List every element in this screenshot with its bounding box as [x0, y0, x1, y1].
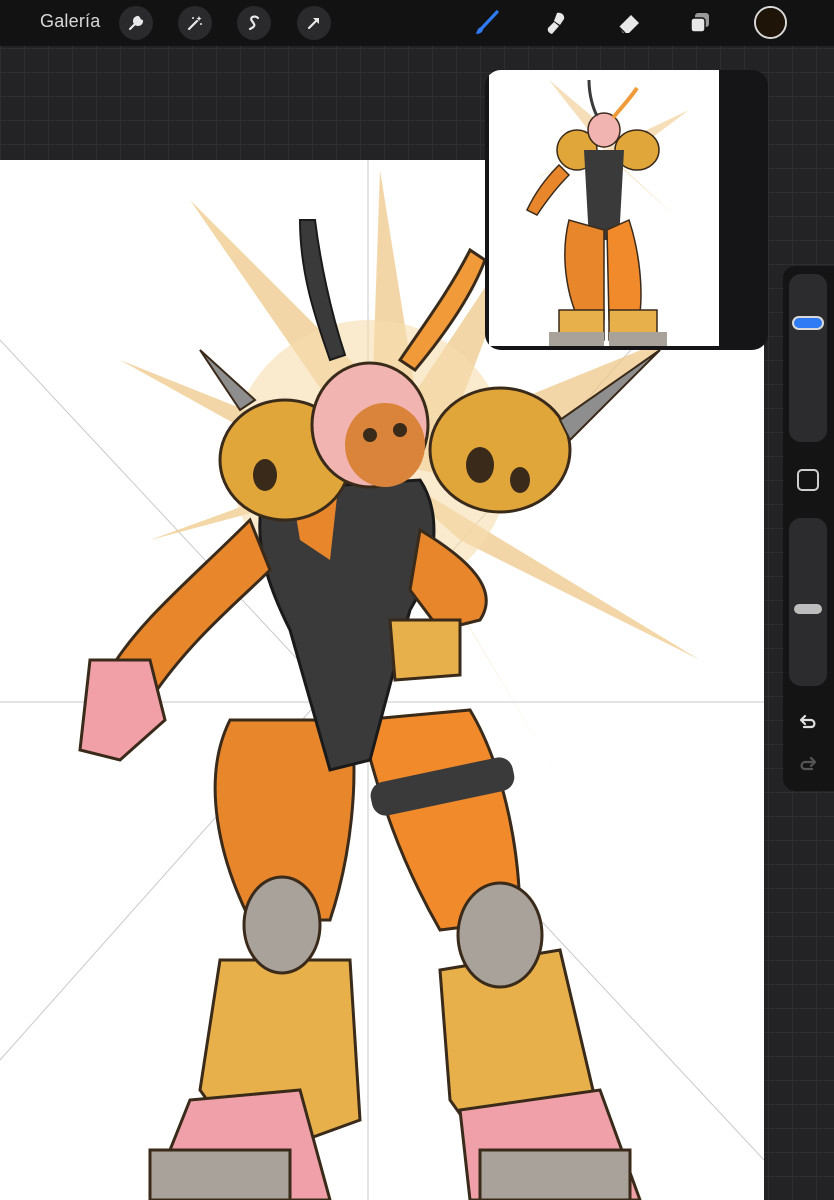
modify-button[interactable] — [797, 469, 819, 491]
smudge-icon — [547, 12, 565, 34]
brush-size-slider[interactable] — [789, 274, 827, 442]
actions-button[interactable] — [119, 6, 153, 40]
magic-wand-icon — [187, 16, 202, 31]
wrench-icon — [128, 15, 144, 31]
eraser-tool-button[interactable] — [612, 6, 646, 40]
top-toolbar: Galería — [0, 0, 834, 46]
reference-canvas — [489, 70, 719, 346]
transform-button[interactable] — [297, 6, 331, 40]
eraser-icon — [618, 15, 639, 34]
active-color-swatch — [756, 8, 785, 37]
layers-icon — [690, 13, 709, 33]
undo-arrow-icon — [799, 714, 816, 729]
redo-button[interactable] — [795, 752, 821, 778]
adjustments-button[interactable] — [178, 6, 212, 40]
opacity-handle[interactable] — [794, 604, 822, 615]
redo-arrow-icon — [800, 756, 817, 771]
arrow-cursor-icon — [307, 18, 319, 30]
brush-icon — [476, 10, 499, 34]
brush-tool-button[interactable] — [470, 6, 504, 40]
layers-button[interactable] — [683, 6, 717, 40]
color-picker-button[interactable] — [754, 6, 787, 39]
reference-window[interactable] — [485, 70, 768, 350]
brush-size-handle[interactable] — [794, 317, 822, 328]
gallery-button[interactable]: Galería — [40, 11, 100, 32]
opacity-slider[interactable] — [789, 518, 827, 686]
smudge-tool-button[interactable] — [540, 6, 574, 40]
sidebar — [783, 266, 834, 791]
reference-thumbnail — [526, 79, 689, 346]
selection-s-icon — [248, 15, 260, 31]
undo-button[interactable] — [795, 710, 821, 736]
selection-button[interactable] — [237, 6, 271, 40]
